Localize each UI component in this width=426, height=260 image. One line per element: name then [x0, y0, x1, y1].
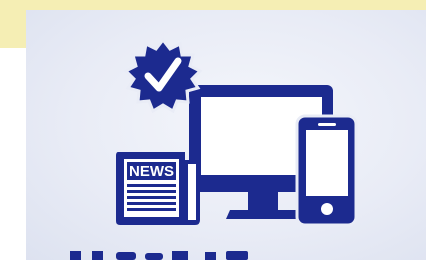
devices-illustration: NEWS: [70, 37, 358, 260]
newspaper-icon: NEWS: [116, 152, 200, 225]
cut-off-headline: [70, 251, 248, 260]
check-badge-icon: [123, 37, 203, 114]
page: NEWS: [0, 0, 426, 260]
smartphone-icon: [295, 114, 358, 227]
newspaper-masthead: NEWS: [129, 163, 174, 180]
